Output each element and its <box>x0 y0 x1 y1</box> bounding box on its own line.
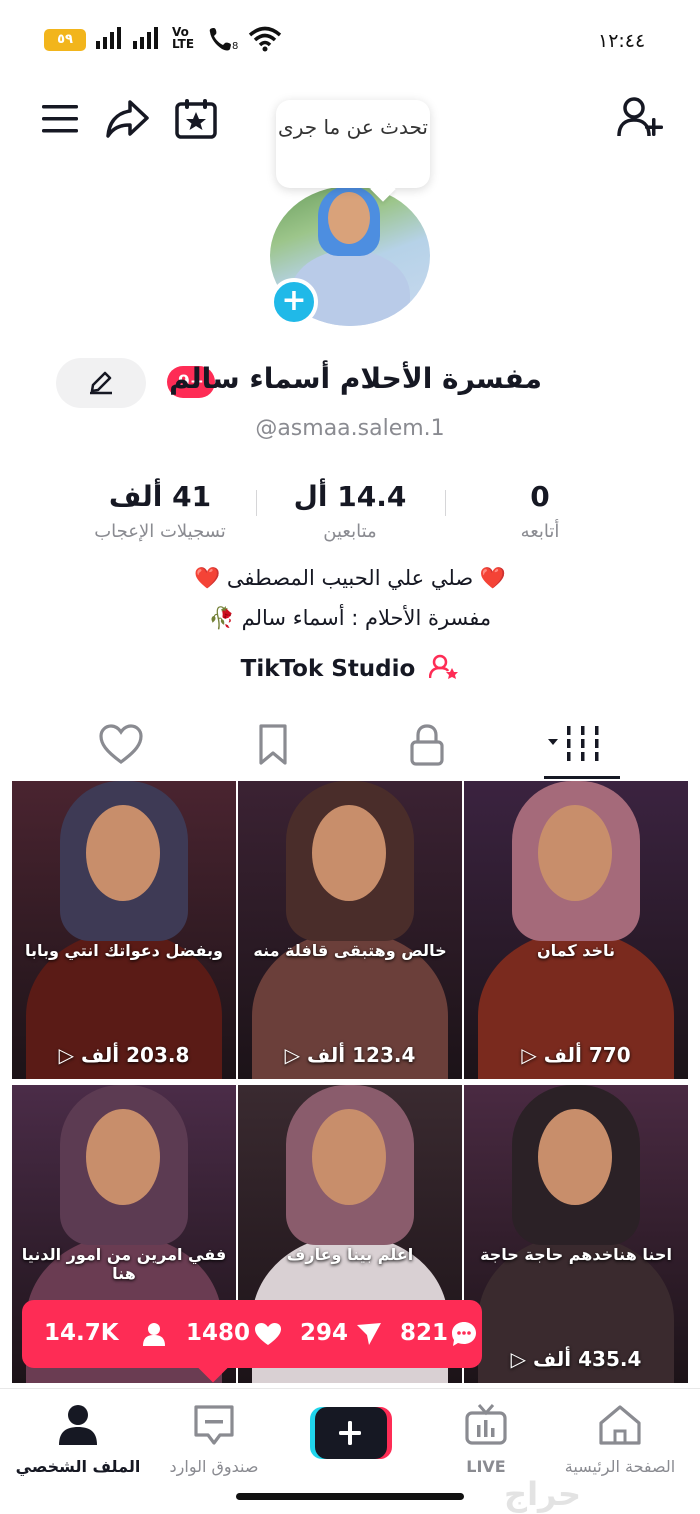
heart-icon <box>255 1323 281 1345</box>
video-thumbnail[interactable]: وبفضل دعواتك انتي وبابا 203.8 ألف ▷ <box>12 781 236 1079</box>
nav-inbox-label: صندوق الوارد <box>169 1457 259 1476</box>
thumbnail-face <box>86 1109 160 1205</box>
bio-line-2: مفسرة الأحلام : أسماء سالم 🥀 <box>208 606 492 630</box>
thumbnail-face <box>538 1109 612 1205</box>
video-views: 123.4 ألف ▷ <box>238 1043 462 1067</box>
popup-followers-value: 14.7K <box>44 1320 119 1346</box>
stat-followers[interactable]: 14.4 أل متابعين <box>270 480 430 542</box>
add-story-icon[interactable]: + <box>270 278 318 326</box>
clock: ١٢:٤٤ <box>598 30 646 52</box>
popup-likes-value: 1480 <box>186 1320 251 1346</box>
tab-active-indicator <box>544 776 620 779</box>
play-icon: ▷ <box>521 1043 537 1067</box>
stats-popup[interactable]: 14.7K 1480 294 821 <box>22 1300 482 1368</box>
tiktok-studio-link[interactable]: TikTok Studio <box>0 654 700 682</box>
signal-icon-2 <box>133 27 158 49</box>
nav-home-label: الصفحة الرئيسية <box>564 1457 676 1476</box>
nav-profile-label: الملف الشخصي <box>15 1457 141 1476</box>
video-view-count: 203.8 ألف <box>80 1043 190 1067</box>
video-thumbnail[interactable]: ناخد كمان 770 ألف ▷ <box>464 781 688 1079</box>
video-views: 770 ألف ▷ <box>464 1043 688 1067</box>
stat-following-label: أتابعه <box>520 521 560 542</box>
person-icon <box>143 1323 165 1346</box>
add-friend-icon[interactable] <box>616 96 664 140</box>
nav-live-label: LIVE <box>466 1457 506 1476</box>
svg-text:8: 8 <box>232 41 238 52</box>
battery-indicator: ٥٩ <box>44 29 86 51</box>
inbox-message-icon <box>194 1405 234 1445</box>
stat-followers-value: 14.4 أل <box>293 480 407 513</box>
popup-comments-value: 821 <box>400 1320 449 1346</box>
nav-home[interactable]: الصفحة الرئيسية <box>550 1403 690 1476</box>
tab-liked-heart-icon[interactable] <box>96 720 146 770</box>
stat-likes-value: 41 ألف <box>108 480 212 513</box>
comment-bubble-icon <box>452 1322 476 1346</box>
video-thumbnail[interactable]: خالص وهتبقى قافلة منه 123.4 ألف ▷ <box>238 781 462 1079</box>
stat-following[interactable]: 0 أتابعه <box>470 480 610 542</box>
prompt-bubble[interactable]: تحدث عن ما جرى <box>276 100 430 188</box>
watermark-logo: حراج <box>504 1475 581 1513</box>
tab-saved-bookmark-icon[interactable] <box>248 720 298 770</box>
nav-profile[interactable]: الملف الشخصي <box>8 1403 148 1476</box>
video-caption: ففي امرين من امور الدنيا هنا <box>21 1245 227 1283</box>
nav-inbox[interactable]: صندوق الوارد <box>144 1403 284 1476</box>
video-caption: ناخد كمان <box>536 941 616 960</box>
video-views: 435.4 ألف ▷ <box>464 1347 688 1371</box>
stat-likes[interactable]: 41 ألف تسجيلات الإعجاب <box>70 480 250 542</box>
video-view-count: 770 ألف <box>543 1043 631 1067</box>
video-caption: اعلم بينا وعارف <box>286 1245 414 1264</box>
play-icon: ▷ <box>58 1043 74 1067</box>
create-button[interactable] <box>310 1407 392 1459</box>
calendar-star-icon[interactable] <box>174 98 218 140</box>
studio-person-star-icon <box>429 654 459 679</box>
home-indicator <box>236 1493 464 1500</box>
thumbnail-face <box>538 805 612 901</box>
call-icon: 8 <box>209 28 238 52</box>
edit-profile-button[interactable] <box>56 358 146 408</box>
profile-handle: @asmaa.salem.1 <box>255 416 445 441</box>
video-caption: خالص وهتبقى قافلة منه <box>253 941 447 960</box>
video-caption: احنا هناخدهم حاجة حاجة <box>480 1245 672 1264</box>
share-icon[interactable] <box>104 98 150 140</box>
profile-name: مفسرة الأحلام أسماء سالم <box>169 362 542 395</box>
create-plus-icon <box>310 1407 392 1459</box>
bio-line-1: ❤️ صلي علي الحبيب المصطفى ❤️ <box>194 566 506 590</box>
avatar-face <box>328 192 370 244</box>
volte-label: Vo LTE <box>172 25 195 51</box>
play-icon: ▷ <box>510 1347 526 1371</box>
tab-private-lock-icon[interactable] <box>402 720 452 770</box>
stat-following-value: 0 <box>530 480 550 513</box>
tab-videos-grid-icon[interactable] <box>546 720 606 770</box>
bottom-nav: الصفحة الرئيسية LIVE صندوق الوارد الملف <box>0 1388 700 1514</box>
stat-divider <box>256 490 257 516</box>
video-view-count: 435.4 ألف <box>532 1347 642 1371</box>
live-tv-icon <box>465 1404 507 1445</box>
wifi-icon <box>248 26 282 52</box>
nav-live[interactable]: LIVE <box>416 1403 556 1476</box>
stat-likes-label: تسجيلات الإعجاب <box>94 521 226 542</box>
stat-divider <box>445 490 446 516</box>
signal-icon <box>96 27 121 49</box>
tiktok-studio-label: TikTok Studio <box>240 656 416 682</box>
thumbnail-face <box>312 805 386 901</box>
thumbnail-face <box>86 805 160 901</box>
video-views: 203.8 ألف ▷ <box>12 1043 236 1067</box>
popup-shares-value: 294 <box>300 1320 349 1346</box>
pencil-icon <box>90 371 112 395</box>
stat-followers-label: متابعين <box>323 521 377 542</box>
home-icon <box>599 1405 641 1445</box>
thumbnail-face <box>312 1109 386 1205</box>
video-caption: وبفضل دعواتك انتي وبابا <box>25 941 223 960</box>
menu-icon[interactable] <box>40 102 80 136</box>
send-arrow-icon <box>357 1323 381 1345</box>
profile-person-icon <box>59 1405 97 1445</box>
video-thumbnail[interactable]: احنا هناخدهم حاجة حاجة 435.4 ألف ▷ <box>464 1085 688 1383</box>
play-icon: ▷ <box>284 1043 300 1067</box>
video-view-count: 123.4 ألف <box>306 1043 416 1067</box>
status-bar: ٥٩ Vo LTE 8 ١٢:٤٤ <box>0 0 700 80</box>
